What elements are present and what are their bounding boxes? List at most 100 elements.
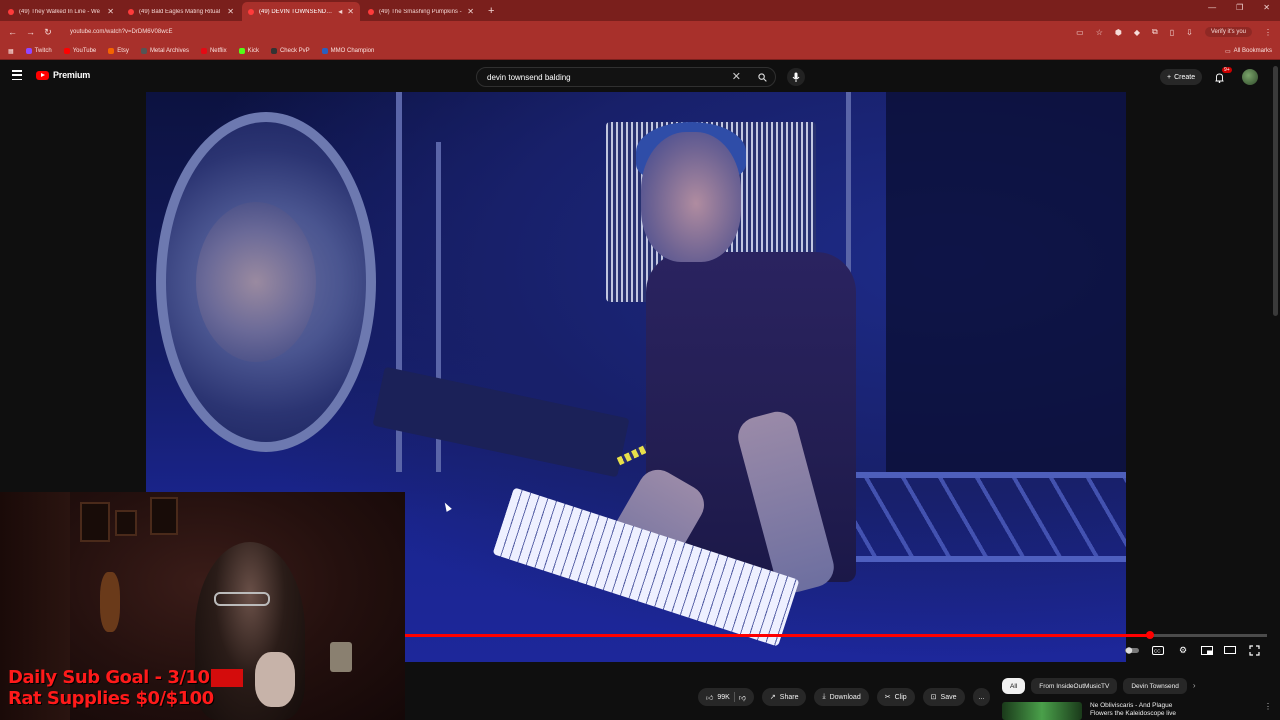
apps-icon[interactable]: ▦ (8, 48, 14, 55)
chip-from-insideoutmusictv[interactable]: From InsideOutMusicTV (1031, 678, 1118, 694)
minimize-icon[interactable]: — (1208, 3, 1216, 12)
share-icon: ↗ (769, 694, 776, 701)
scissors-icon: ✂ (884, 694, 891, 701)
recommended-meta[interactable]: Ne Obliviscaris - And Plague Flowers the… (1090, 702, 1176, 720)
more-horizontal-icon: ... (978, 693, 985, 701)
youtube-premium-logo[interactable]: Premium (36, 70, 90, 80)
forward-icon[interactable]: → (26, 27, 35, 37)
clear-search-icon[interactable]: ✕ (732, 70, 741, 83)
progress-played (405, 634, 1150, 637)
new-tab-button[interactable]: + (488, 2, 494, 21)
etsy-icon (108, 48, 115, 54)
tab-title: (49) Bald Eagles Mating Ritual (139, 8, 221, 15)
search-icon[interactable] (758, 73, 767, 82)
video-frame-drum-center (196, 202, 316, 362)
download-button[interactable]: ⤓ Download (814, 688, 869, 706)
more-vertical-icon[interactable]: ⋮ (1264, 702, 1272, 720)
kick-icon (238, 48, 245, 54)
audio-icon[interactable]: ◂ (338, 7, 342, 16)
reload-icon[interactable]: ↻ (44, 27, 52, 38)
close-tab-icon[interactable]: ✕ (347, 7, 354, 16)
metal-archives-icon (140, 48, 147, 54)
close-tab-icon[interactable]: ✕ (227, 7, 234, 16)
youtube-logo-icon (36, 70, 49, 80)
save-button[interactable]: ⊡ Save (922, 688, 965, 706)
extension-icon[interactable]: ⬢ (1115, 28, 1122, 37)
browser-tab-bar: (49) They Walked In Line - We ✕ (49) Bal… (0, 0, 1280, 21)
progress-scrubber[interactable] (1145, 631, 1154, 639)
sidebar-icon[interactable]: ▯ (1170, 28, 1174, 37)
check-pvp-icon (270, 48, 277, 54)
tab-title: (49) They Walked In Line - We (19, 8, 100, 15)
bookmark-youtube[interactable]: YouTube (63, 48, 96, 54)
youtube-favicon-icon (8, 8, 14, 15)
create-button[interactable]: + Create (1160, 69, 1203, 85)
voice-search-button[interactable] (787, 68, 805, 86)
browser-menu-icon[interactable]: ⋮ (1264, 28, 1272, 37)
like-count[interactable]: 99K (717, 694, 729, 701)
sub-goal-bar (211, 669, 244, 687)
sub-goal-overlay: Daily Sub Goal - 3/10 Rat Supplies $0/$1… (8, 667, 244, 709)
url-field[interactable]: youtube.com/watch?v=DrDM6V08wcE (70, 29, 1066, 35)
bookmark-etsy[interactable]: Etsy (108, 48, 129, 54)
netflix-icon (200, 48, 207, 54)
webcam-hand (255, 652, 295, 707)
browser-tab-1[interactable]: (49) They Walked In Line - We ✕ (2, 2, 120, 21)
bookmark-mmo-champion[interactable]: MMO Champion (321, 48, 374, 54)
close-tab-icon[interactable]: ✕ (107, 7, 114, 16)
address-bar: ← → ↻ youtube.com/watch?v=DrDM6V08wcE ▭ … (0, 21, 1280, 43)
youtube-icon (63, 48, 70, 54)
recommended-thumbnail[interactable] (1002, 702, 1082, 720)
extension-icon[interactable]: ◆ (1134, 28, 1140, 37)
cast-icon[interactable]: ▭ (1076, 28, 1084, 37)
close-tab-icon[interactable]: ✕ (467, 7, 474, 16)
miniplayer-icon[interactable] (1199, 644, 1215, 656)
verify-profile-button[interactable]: Verify it's you (1204, 27, 1252, 37)
video-progress-bar[interactable] (405, 631, 1267, 639)
recommended-subtitle: Flowers the Kaleidoscope live (1090, 710, 1176, 717)
share-button[interactable]: ↗ Share (761, 688, 807, 706)
theater-mode-icon[interactable] (1222, 644, 1238, 656)
puzzle-icon[interactable]: ⧉ (1152, 27, 1158, 37)
close-window-icon[interactable]: ✕ (1263, 3, 1270, 12)
captions-icon[interactable]: CC (1150, 644, 1166, 656)
browser-tab-4[interactable]: (49) The Smashing Pumpkins - ✕ (362, 2, 480, 21)
thumbs-up-icon[interactable]: 👍︎ (706, 693, 713, 702)
chip-all[interactable]: All (1002, 678, 1026, 694)
settings-gear-icon[interactable]: ⚙ (1175, 644, 1191, 656)
chevron-right-icon[interactable]: › (1193, 678, 1196, 694)
mmo-champion-icon (321, 48, 328, 54)
chip-devin-townsend[interactable]: Devin Townsend (1123, 678, 1187, 694)
bookmark-metal-archives[interactable]: Metal Archives (140, 48, 189, 54)
bookmarks-bar: ▦ Twitch YouTube Etsy Metal Archives Net… (0, 43, 1280, 60)
back-icon[interactable]: ← (8, 27, 17, 37)
tab-title: (49) DEVIN TOWNSEND PI (259, 8, 334, 15)
bookmark-kick[interactable]: Kick (238, 48, 259, 54)
thumbs-down-icon[interactable]: 👎︎ (739, 693, 746, 702)
browser-tab-2[interactable]: (49) Bald Eagles Mating Ritual ✕ (122, 2, 240, 21)
all-bookmarks-button[interactable]: ▭ All Bookmarks (1225, 48, 1272, 55)
logo-text: Premium (53, 70, 91, 80)
hamburger-menu-icon[interactable] (12, 70, 22, 80)
like-dislike-group: 👍︎ 99K 👎︎ (698, 688, 754, 706)
recommended-video[interactable]: Ne Obliviscaris - And Plague Flowers the… (1002, 702, 1272, 720)
downloads-icon[interactable]: ⇩ (1186, 28, 1193, 37)
account-avatar[interactable] (1242, 69, 1258, 85)
bookmark-check-pvp[interactable]: Check PvP (270, 48, 310, 54)
notifications-bell-icon[interactable] (1215, 70, 1224, 88)
bookmark-star-icon[interactable]: ☆ (1096, 28, 1103, 37)
page-scrollbar[interactable] (1273, 66, 1278, 316)
plus-icon: + (1167, 73, 1172, 81)
window-controls: — ❐ ✕ (1208, 3, 1270, 12)
youtube-favicon-icon (248, 8, 254, 15)
fullscreen-icon[interactable] (1246, 644, 1262, 656)
browser-tab-3-active[interactable]: (49) DEVIN TOWNSEND PI ◂ ✕ (242, 2, 360, 21)
more-actions-button[interactable]: ... (972, 688, 991, 706)
restore-icon[interactable]: ❐ (1236, 3, 1243, 12)
bookmark-netflix[interactable]: Netflix (200, 48, 227, 54)
twitch-icon (25, 48, 32, 54)
search-box[interactable]: devin townsend balding ✕ (476, 67, 776, 87)
bookmark-twitch[interactable]: Twitch (25, 48, 52, 54)
clip-button[interactable]: ✂ Clip (876, 688, 915, 706)
autoplay-toggle-icon[interactable] (1124, 644, 1140, 656)
